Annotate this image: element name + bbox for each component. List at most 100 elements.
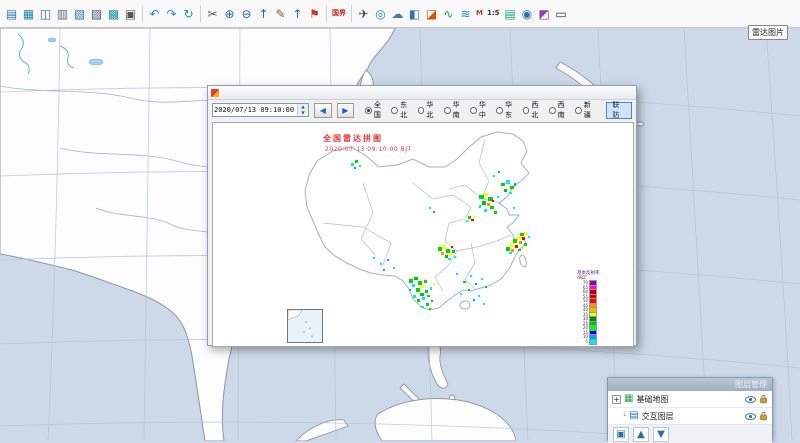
radio-icon[interactable] [523,107,530,114]
region-option-全国[interactable]: 全国 [365,100,387,120]
globe-2-icon[interactable]: ◉ [519,5,536,23]
lock-icon[interactable] [759,411,768,421]
layer-stack-icon[interactable]: ◧ [406,5,423,23]
print-icon[interactable]: ▥ [54,5,71,23]
datetime-input[interactable] [213,106,297,114]
legend-entry: 5 [577,340,611,345]
layer-panel-footer: ▣ ▲ ▼ [608,425,772,443]
monitor-icon[interactable]: ▭ [553,5,570,23]
radar-legend-box: 基本反射率 dBZ 706560555045403530252015105 [577,271,611,344]
datetime-field[interactable]: ▲ ▼ [212,103,309,117]
interactive-layer-icon: ▤ [629,411,638,421]
data-source-icon[interactable]: ▨ [88,5,105,23]
layer-row-base-map[interactable]: + ▦ 基础地图 [608,391,772,408]
radio-label: 西南 [558,100,571,120]
inset-map-svg [288,310,322,342]
cut-icon[interactable]: ✂ [204,5,221,23]
radar-timestamp: 2020-07-13 09:10:00 BJT [325,146,412,153]
toolbar-separator [351,5,352,23]
joint-defense-button[interactable]: 联防 [606,102,632,119]
dialog-titlebar[interactable] [208,86,636,100]
line-chart-icon[interactable]: ∿ [440,5,457,23]
radio-icon[interactable] [391,107,398,114]
radio-label: 华北 [426,100,439,120]
refresh-icon[interactable]: ↻ [180,5,197,23]
region-group: 全国东北华北华南华中华东西北西南新疆 [361,100,597,120]
radio-label: 华南 [453,100,466,120]
datetime-spinner[interactable]: ▲ ▼ [297,104,308,116]
radar-title: 全国雷达拼图 [322,133,383,143]
prev-time-button[interactable]: ◀ [314,103,332,118]
zoom-out-icon[interactable]: ⊖ [238,5,255,23]
china-outline [305,132,529,310]
toolbar-separator [326,5,327,23]
area-chart-icon[interactable]: ◩ [536,5,553,23]
layer-row-label: 交互图层 [642,411,674,422]
region-option-西南[interactable]: 西南 [549,100,571,120]
layer-row-label: 基础地图 [636,394,668,405]
satellite-cloud-icon[interactable]: ☁ [389,5,406,23]
add-layer-icon[interactable]: ▣ [613,427,629,442]
radio-icon[interactable] [470,107,477,114]
dialog-app-icon [211,89,219,97]
flight-track-icon[interactable]: ✈ [355,5,372,23]
visibility-eye-icon[interactable] [745,412,756,421]
radar-legend: 706560555045403530252015105 [577,281,611,344]
radio-icon[interactable] [365,107,372,114]
radar-image[interactable]: 全国雷达拼图 2020-07-13 09:10:00 BJT 基本反射率 dBZ… [212,122,634,347]
move-up-icon[interactable]: ↑ [289,5,306,23]
map-window-icon[interactable]: ▦ [20,5,37,23]
save-icon[interactable]: ◫ [37,5,54,23]
radio-icon[interactable] [549,107,556,114]
redo-icon[interactable]: ↷ [163,5,180,23]
region-option-华南[interactable]: 华南 [444,100,466,120]
radio-label: 西北 [531,100,544,120]
region-option-华东[interactable]: 华东 [496,100,518,120]
region-option-华北[interactable]: 华北 [418,100,440,120]
bar-chart-icon[interactable]: ◪ [423,5,440,23]
undo-icon[interactable]: ↶ [146,5,163,23]
micaps-m-icon[interactable]: M [474,5,485,23]
radio-icon[interactable] [418,107,425,114]
layer-up-icon[interactable]: ▲ [633,427,649,442]
radio-label: 华东 [505,100,518,120]
visibility-eye-icon[interactable] [745,395,756,404]
layer-down-icon[interactable]: ▼ [653,427,669,442]
radio-icon[interactable] [444,107,451,114]
wave-analysis-icon[interactable]: ≋ [457,5,474,23]
tree-branch-icon: └ [622,412,626,420]
toolbar-separator [142,5,143,23]
radio-icon[interactable] [575,107,582,114]
radio-label: 新疆 [584,100,597,120]
toolbar-tooltip: 雷达图片 [748,25,788,40]
database-icon[interactable]: ▤ [502,5,519,23]
national-boundary-icon[interactable]: 国界 [330,5,348,23]
zoom-in-icon[interactable]: ⊕ [221,5,238,23]
region-option-西北[interactable]: 西北 [523,100,545,120]
radio-label: 全国 [374,100,387,120]
region-option-东北[interactable]: 东北 [391,100,413,120]
radar-dialog[interactable]: ▲ ▼ ◀ ▶ 全国东北华北华南华中华东西北西南新疆 联防 [207,85,637,346]
open-data-icon[interactable]: ▤ [3,5,20,23]
region-option-华中[interactable]: 华中 [470,100,492,120]
pan-up-icon[interactable]: ↑ [255,5,272,23]
layer-panel-header[interactable]: 图层管理 [608,378,772,391]
radio-icon[interactable] [496,107,503,114]
south-china-sea-inset [287,309,323,343]
spinner-down-icon[interactable]: ▼ [298,110,308,116]
next-time-button[interactable]: ▶ [337,103,355,118]
station-plot-icon[interactable]: ▩ [105,5,122,23]
radio-label: 华中 [479,100,492,120]
scale-ratio-icon[interactable]: 1:5 [485,5,502,23]
flag-mark-icon[interactable]: ⚑ [306,5,323,23]
export-image-icon[interactable]: ▧ [71,5,88,23]
layer-row-interactive[interactable]: └ ▤ 交互图层 [608,408,772,425]
dialog-toolbar: ▲ ▼ ◀ ▶ 全国东北华北华南华中华东西北西南新疆 联防 [208,100,636,120]
lock-icon[interactable] [759,394,768,404]
region-option-新疆[interactable]: 新疆 [575,100,597,120]
expand-icon[interactable]: + [612,395,621,404]
layer-manager-panel[interactable]: 图层管理 + ▦ 基础地图 └ ▤ 交互图层 ▣ ▲ ▼ [607,377,773,441]
annotate-icon[interactable]: ✎ [272,5,289,23]
globe-icon[interactable]: ◎ [372,5,389,23]
settings-grid-icon[interactable]: ▣ [122,5,139,23]
